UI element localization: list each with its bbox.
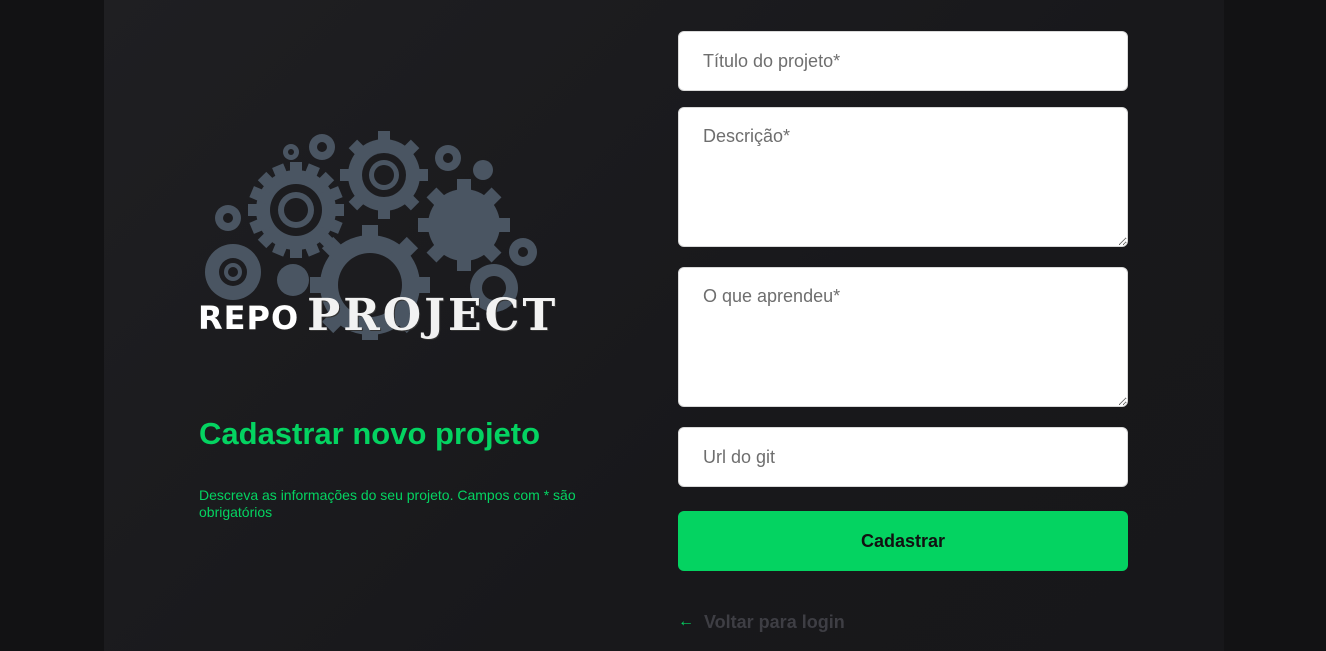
git-url-input[interactable] [678,427,1128,487]
learned-textarea[interactable] [678,267,1128,407]
page-subtitle: Descreva as informações do seu projeto. … [199,487,576,520]
logo: REPO PROJECT [197,120,559,341]
description-textarea[interactable] [678,107,1128,247]
submit-button[interactable]: Cadastrar [678,511,1128,571]
project-title-input[interactable] [678,31,1128,91]
logo-project-text: PROJECT [307,290,559,341]
back-to-login-link[interactable]: ← Voltar para login [678,610,845,634]
logo-wordmark: REPO PROJECT [197,290,559,341]
page-title: Cadastrar novo projeto [199,416,541,451]
arrow-left-icon: ← [678,613,694,630]
back-to-login-label: Voltar para login [704,611,845,632]
logo-repo-text: REPO [197,298,300,338]
